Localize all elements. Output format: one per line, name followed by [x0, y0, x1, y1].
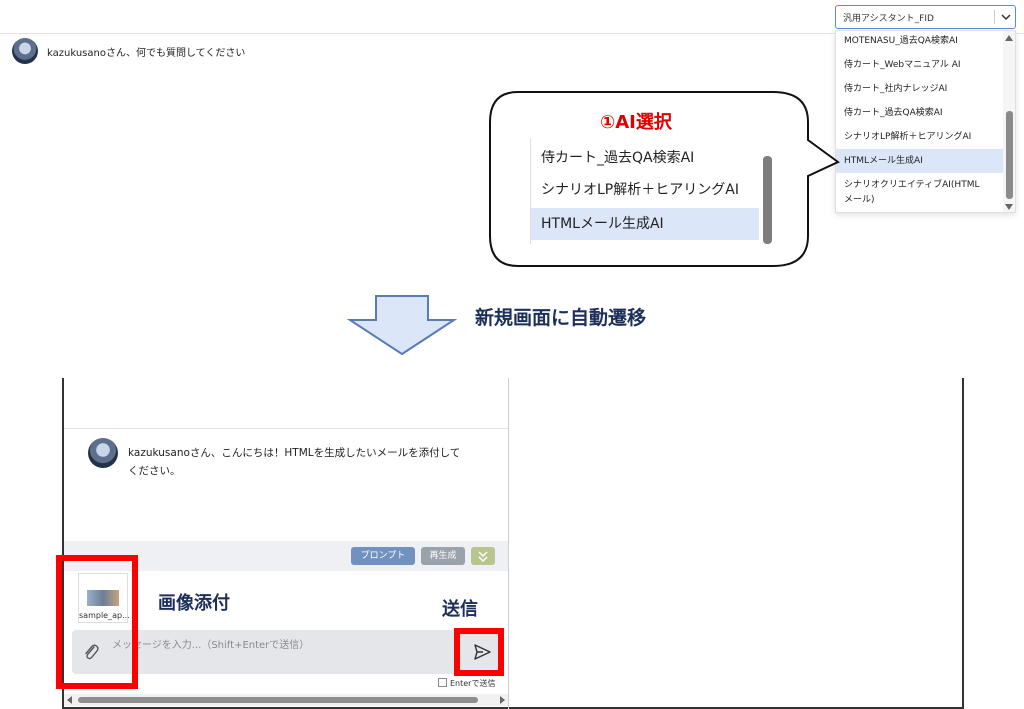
assistant-select-value: 汎用アシスタント_FID	[843, 14, 934, 24]
greeting-text: kazukusanoさん、何でも質問してください	[47, 48, 246, 59]
collapse-button[interactable]	[471, 547, 495, 565]
scroll-down-icon[interactable]	[1005, 204, 1013, 210]
dropdown-scrollbar[interactable]	[1003, 31, 1015, 212]
chat-screen: kazukusanoさん、こんにちは！HTMLを生成したいメールを添付して くだ…	[62, 378, 964, 709]
transition-label-box: 新規画面に自動遷移	[461, 294, 711, 336]
chevron-down-icon[interactable]	[999, 9, 1013, 25]
avatar	[88, 438, 118, 468]
dropdown-option-continued: メール)	[844, 195, 875, 205]
message-line: kazukusanoさん、こんにちは！HTMLを生成したいメールを添付して	[128, 447, 461, 459]
callout-title: ①AI選択	[600, 112, 672, 133]
scroll-left-icon[interactable]	[67, 696, 72, 704]
scrollbar-thumb[interactable]	[78, 697, 478, 703]
dropdown-option[interactable]: 侍カート_社内ナレッジAI	[836, 83, 1004, 95]
double-chevron-down-icon	[478, 551, 488, 563]
pane-divider	[508, 378, 509, 709]
enter-to-send-toggle[interactable]: Enterで送信	[438, 678, 495, 690]
zoomed-option-selected: HTMLメール生成AI	[531, 208, 759, 240]
zoomed-option: 侍カート_過去QA検索AI	[541, 150, 695, 166]
message-line: ください。	[128, 465, 181, 477]
send-annotation-label: 送信	[442, 599, 478, 620]
top-bar: 汎用アシスタント_FID	[0, 0, 1024, 34]
dropdown-option[interactable]: 侍カート_Webマニュアル AI	[836, 59, 1004, 71]
divider	[64, 428, 508, 429]
dropdown-option[interactable]: MOTENASU_過去QA検索AI	[836, 35, 1004, 47]
prompt-button[interactable]: プロンプト	[351, 547, 415, 565]
attach-highlight	[56, 555, 138, 689]
zoomed-scrollbar-thumb	[763, 156, 772, 244]
transition-label: 新規画面に自動遷移	[475, 307, 647, 329]
attach-annotation-label: 画像添付	[158, 593, 230, 614]
scroll-right-icon[interactable]	[500, 696, 505, 704]
dropdown-option[interactable]: シナリオLP解析＋ヒアリングAI	[836, 131, 1004, 143]
enter-send-label: Enterで送信	[450, 679, 496, 688]
regenerate-button[interactable]: 再生成	[421, 547, 465, 565]
enter-send-checkbox[interactable]	[438, 678, 447, 687]
scroll-up-icon[interactable]	[1005, 35, 1013, 41]
avatar	[12, 38, 38, 64]
dropdown-option[interactable]: シナリオクリエイティブAI(HTML	[836, 179, 1004, 191]
assistant-message: kazukusanoさん、こんにちは！HTMLを生成したいメールを添付して くだ…	[128, 444, 498, 480]
dropdown-option[interactable]: 侍カート_過去QA検索AI	[836, 107, 1004, 119]
zoomed-option-list: 侍カート_過去QA検索AI シナリオLP解析＋ヒアリングAI HTMLメール生成…	[530, 138, 776, 244]
message-input[interactable]	[112, 634, 442, 656]
send-highlight	[454, 628, 504, 676]
horizontal-scrollbar[interactable]	[64, 694, 508, 706]
scrollbar-thumb[interactable]	[1006, 111, 1013, 199]
assistant-select[interactable]: 汎用アシスタント_FID	[835, 5, 1016, 29]
select-divider	[994, 10, 995, 24]
down-arrow-icon	[346, 295, 458, 356]
zoomed-option: シナリオLP解析＋ヒアリングAI	[541, 182, 739, 198]
dropdown-option-selected[interactable]: HTMLメール生成AI	[836, 149, 1004, 173]
assistant-dropdown-list: MOTENASU_過去QA検索AI 侍カート_Webマニュアル AI 侍カート_…	[835, 30, 1016, 213]
